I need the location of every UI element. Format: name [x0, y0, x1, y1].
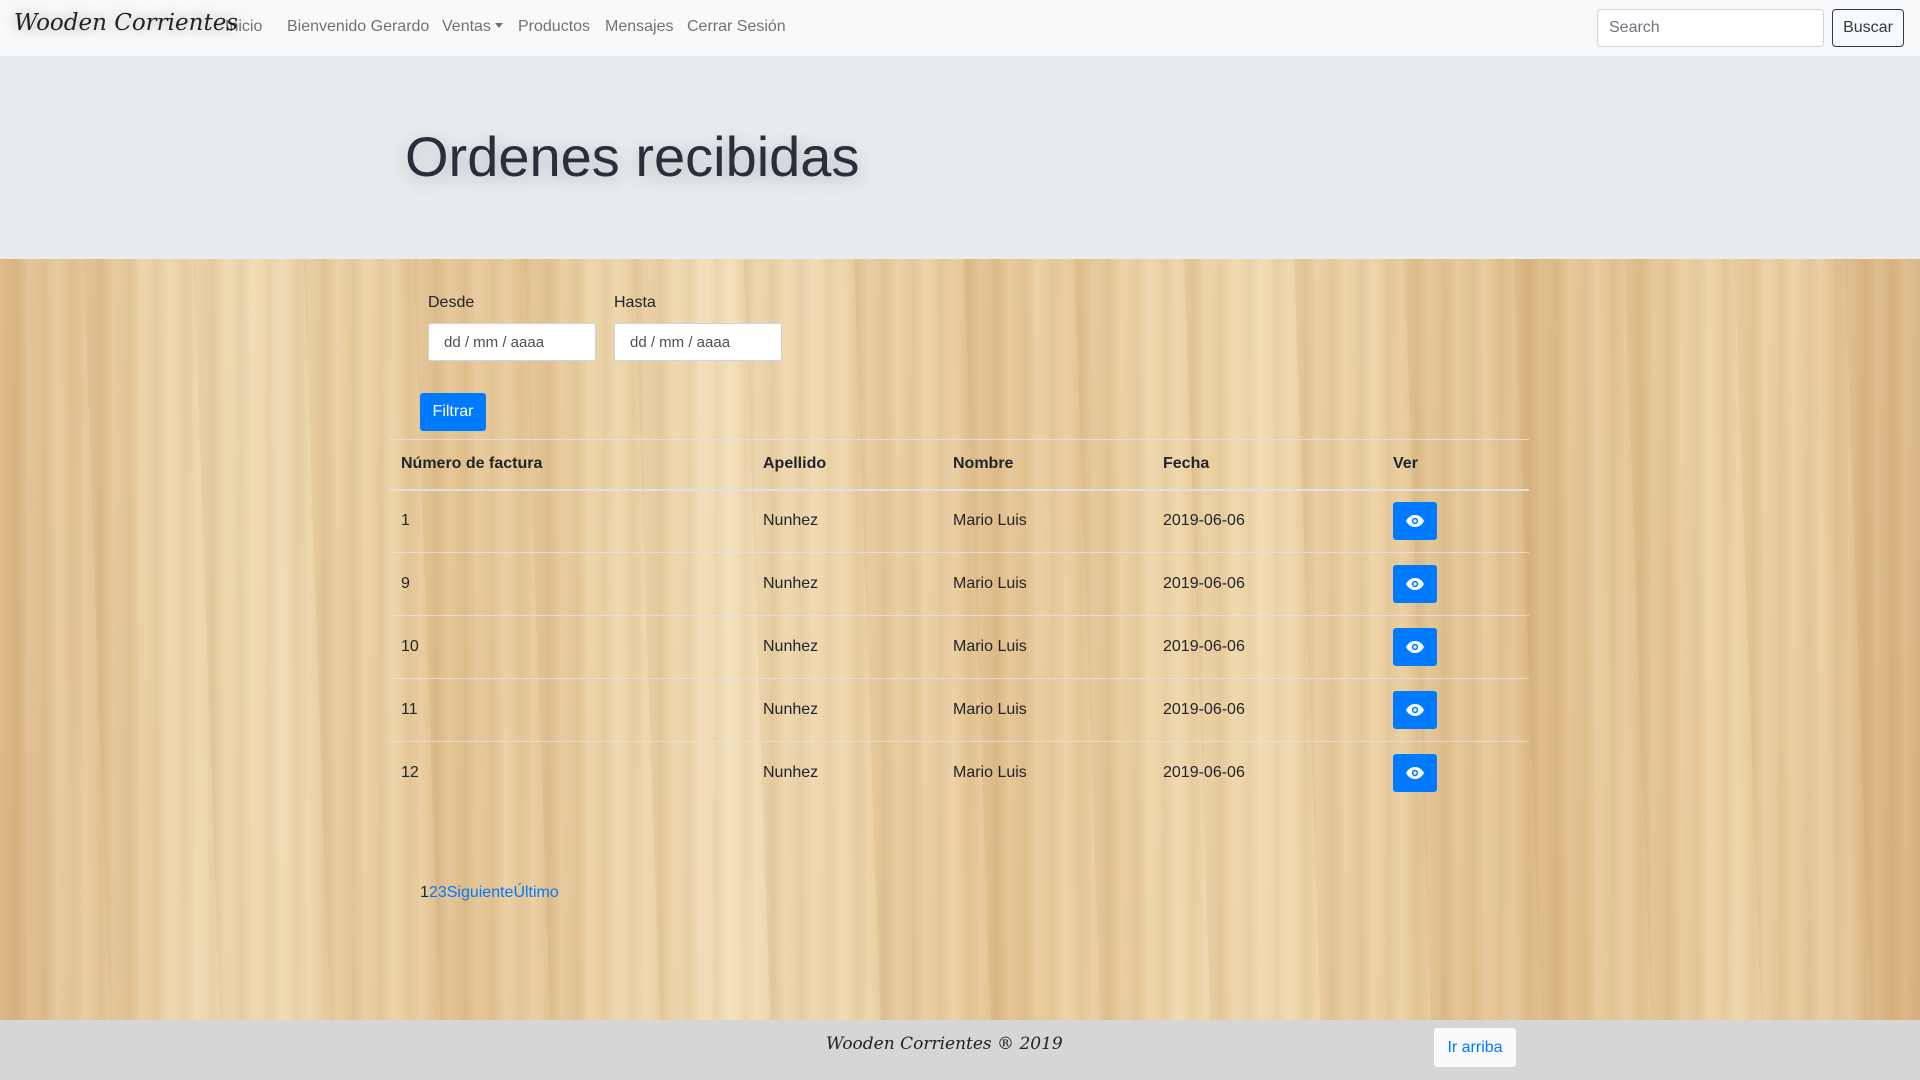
view-order-button[interactable]: [1393, 502, 1437, 541]
cell-invoice: 1: [401, 512, 410, 530]
view-order-button[interactable]: [1393, 565, 1437, 603]
cell-name: Mario Luis: [953, 512, 1027, 530]
back-to-top-button[interactable]: Ir arriba: [1434, 1028, 1516, 1067]
cell-lastname: Nunhez: [751, 552, 941, 616]
cell-name: Mario Luis: [941, 615, 1151, 679]
page-title: Ordenes recibidas: [405, 125, 860, 188]
jumbotron: Ordenes recibidas: [0, 56, 1920, 259]
nav-item-productos[interactable]: Productos: [518, 18, 590, 36]
search-input[interactable]: [1597, 9, 1824, 47]
header-lastname: Apellido: [751, 439, 941, 491]
cell-invoice: 11: [389, 678, 751, 742]
navbar: Wooden Corrientes Inicio Bienvenido Gera…: [0, 0, 1920, 56]
to-date-label: Hasta: [614, 294, 656, 311]
eye-icon: [1406, 578, 1424, 590]
cell-view: [1381, 741, 1529, 805]
table-row: 9 Nunhez Mario Luis 2019-06-06: [389, 552, 1529, 616]
cell-invoice: 12: [389, 741, 751, 805]
header-date: Fecha: [1151, 439, 1381, 491]
header-view: Ver: [1381, 439, 1529, 491]
cell-name: Mario Luis: [941, 741, 1151, 805]
cell-date: 2019-06-06: [1151, 741, 1381, 805]
table-row: 12 Nunhez Mario Luis 2019-06-06: [389, 741, 1529, 805]
cell-view: [1381, 678, 1529, 742]
table-row: 11 Nunhez Mario Luis 2019-06-06: [389, 678, 1529, 742]
pagination: 123SiguienteÚltimo: [420, 884, 559, 902]
nav-item-inicio[interactable]: Inicio: [225, 18, 262, 36]
from-date-field[interactable]: dd / mm / aaaa: [428, 323, 596, 361]
cell-view: [1381, 490, 1529, 553]
filter-button[interactable]: Filtrar: [420, 393, 486, 431]
view-order-button[interactable]: [1393, 754, 1437, 793]
nav-item-ventas-label: Ventas: [442, 18, 491, 35]
caret-down-icon: [494, 23, 503, 28]
nav-item-logout[interactable]: Cerrar Sesión: [687, 18, 786, 36]
cell-lastname: Nunhez: [751, 678, 941, 742]
from-date-placeholder: dd / mm / aaaa: [444, 334, 545, 351]
header-invoice: Número de factura: [389, 439, 751, 491]
to-date-field[interactable]: dd / mm / aaaa: [614, 323, 782, 361]
search-button[interactable]: Buscar: [1832, 9, 1904, 47]
view-order-button[interactable]: [1393, 691, 1437, 729]
cell-invoice: 9: [389, 552, 751, 616]
footer-copyright: Wooden Corrientes ® 2019: [826, 1034, 1063, 1054]
cell-lastname: Nunhez: [763, 512, 819, 530]
cell-lastname: Nunhez: [751, 741, 941, 805]
page-current: 1: [420, 884, 429, 901]
cell-view: [1381, 552, 1529, 616]
table-row: 1 Nunhez Mario Luis 2019-06-06: [389, 490, 1529, 553]
header-name: Nombre: [941, 439, 1151, 491]
eye-icon: [1406, 515, 1424, 528]
cell-invoice: 10: [389, 615, 751, 679]
cell-date: 2019-06-06: [1151, 678, 1381, 742]
eye-icon: [1406, 641, 1424, 653]
cell-name: Mario Luis: [941, 678, 1151, 742]
cell-date: 2019-06-06: [1151, 552, 1381, 616]
page-next-link[interactable]: Siguiente: [447, 884, 514, 901]
nav-item-welcome[interactable]: Bienvenido Gerardo: [287, 18, 429, 36]
footer: Wooden Corrientes ® 2019 Ir arriba: [0, 1020, 1920, 1080]
brand-logo[interactable]: Wooden Corrientes: [14, 10, 238, 36]
eye-icon: [1406, 704, 1424, 716]
page-link-2[interactable]: 2: [429, 884, 438, 901]
to-date-placeholder: dd / mm / aaaa: [630, 334, 731, 351]
cell-view: [1381, 615, 1529, 679]
page-last-link[interactable]: Último: [513, 884, 558, 901]
view-order-button[interactable]: [1393, 628, 1437, 666]
page-link-3[interactable]: 3: [438, 884, 447, 901]
nav-item-mensajes[interactable]: Mensajes: [605, 18, 673, 36]
cell-name: Mario Luis: [941, 552, 1151, 616]
table-header-row: Número de factura Apellido Nombre Fecha …: [389, 439, 1529, 491]
orders-table: Número de factura Apellido Nombre Fecha …: [389, 439, 1529, 805]
nav-item-ventas[interactable]: Ventas: [442, 18, 503, 36]
table-row: 10 Nunhez Mario Luis 2019-06-06: [389, 615, 1529, 679]
eye-icon: [1406, 767, 1424, 780]
cell-lastname: Nunhez: [751, 615, 941, 679]
from-date-label: Desde: [428, 294, 475, 311]
cell-date: 2019-06-06: [1151, 615, 1381, 679]
cell-date: 2019-06-06: [1163, 512, 1245, 530]
